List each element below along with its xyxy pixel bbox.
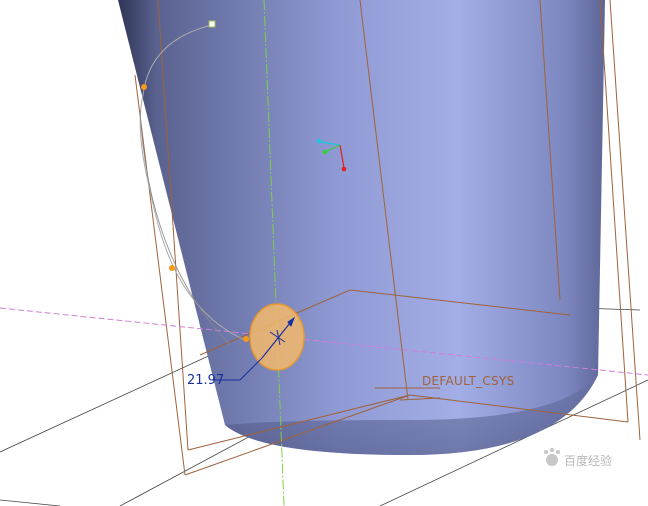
watermark-text: 百度经验	[564, 454, 613, 468]
default-csys-label[interactable]: DEFAULT_CSYS	[422, 374, 515, 388]
3d-model-viewport[interactable]: 21.97 DEFAULT_CSYS 百度经验	[0, 0, 648, 506]
sketch-circle-section[interactable]	[249, 303, 305, 371]
diameter-dimension-value[interactable]: 21.97	[187, 373, 224, 388]
trajectory-start-point[interactable]	[208, 20, 216, 28]
control-point-3[interactable]	[243, 336, 249, 342]
paw-logo-icon	[544, 448, 560, 466]
control-point-1[interactable]	[141, 84, 147, 90]
model-scene[interactable]	[0, 0, 648, 506]
watermark	[544, 448, 560, 466]
control-point-2[interactable]	[169, 265, 175, 271]
